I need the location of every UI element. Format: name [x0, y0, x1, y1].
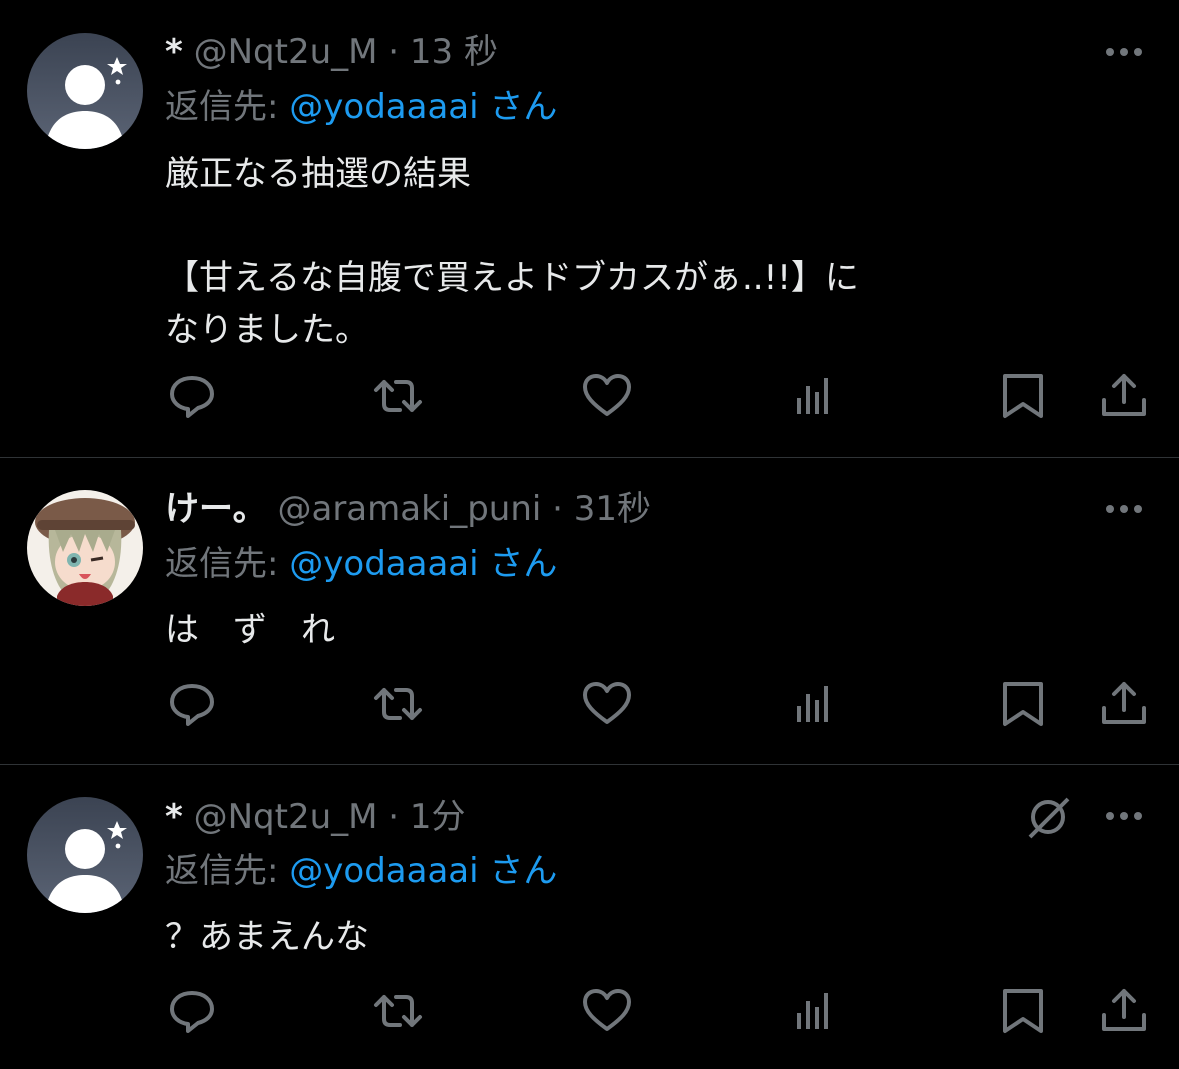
tweet[interactable]: * @Nqt2u_M · 13 秒 返信先: @yodaaaai さん 厳正なる…: [0, 0, 1179, 457]
user-handle[interactable]: @Nqt2u_M: [194, 32, 378, 72]
reply-mention[interactable]: @yodaaaai: [289, 87, 478, 127]
avatar[interactable]: [27, 33, 143, 149]
anime-character-avatar: [27, 490, 143, 606]
reply-mention[interactable]: @yodaaaai: [289, 851, 478, 891]
reply-prefix: 返信先:: [165, 851, 290, 891]
more-icon[interactable]: [1102, 806, 1146, 826]
display-name[interactable]: *: [165, 32, 183, 72]
views-icon[interactable]: [786, 368, 842, 424]
views-icon[interactable]: [786, 676, 842, 732]
reply-context: 返信先: @yodaaaai さん: [165, 85, 557, 129]
views-icon[interactable]: [786, 983, 842, 1039]
tweet[interactable]: けー。 @aramaki_puni · 31秒 返信先: @yodaaaai さ…: [0, 458, 1179, 764]
avatar[interactable]: [27, 490, 143, 606]
share-icon[interactable]: [1096, 983, 1152, 1039]
retweet-icon[interactable]: [370, 368, 426, 424]
tweet-text: ？あまえんな: [165, 917, 369, 957]
action-bar: [0, 983, 1179, 1039]
separator-dot: ·: [388, 797, 400, 837]
reply-prefix: 返信先:: [165, 544, 290, 584]
separator-dot: ·: [388, 32, 400, 72]
display-name[interactable]: *: [165, 797, 183, 837]
more-icon[interactable]: [1102, 499, 1146, 519]
action-bar: [0, 368, 1179, 424]
more-icon[interactable]: [1102, 42, 1146, 62]
timestamp[interactable]: 1分: [410, 797, 466, 837]
tweet[interactable]: * @Nqt2u_M · 1分 返信先: @yodaaaai さん ？あまえんな: [0, 765, 1179, 1069]
grok-icon[interactable]: [1024, 793, 1072, 841]
share-icon[interactable]: [1096, 368, 1152, 424]
display-name[interactable]: けー。: [165, 489, 267, 529]
reply-prefix: 返信先:: [165, 87, 290, 127]
retweet-icon[interactable]: [370, 676, 426, 732]
reply-mention[interactable]: @yodaaaai: [289, 544, 478, 584]
reply-icon[interactable]: [164, 983, 220, 1039]
separator-dot: ·: [552, 489, 563, 529]
user-handle[interactable]: @aramaki_puni: [277, 489, 541, 529]
like-icon[interactable]: [579, 368, 635, 424]
reply-suffix: さん: [478, 544, 558, 584]
like-icon[interactable]: [579, 983, 635, 1039]
bookmark-icon[interactable]: [995, 983, 1051, 1039]
default-avatar-icon: [27, 797, 143, 913]
reply-suffix: さん: [478, 851, 558, 891]
avatar[interactable]: [27, 797, 143, 913]
like-icon[interactable]: [579, 676, 635, 732]
share-icon[interactable]: [1096, 676, 1152, 732]
reply-suffix: さん: [478, 87, 558, 127]
reply-icon[interactable]: [164, 676, 220, 732]
tweet-header: けー。 @aramaki_puni · 31秒: [165, 487, 651, 531]
tweet-header: * @Nqt2u_M · 1分: [165, 795, 466, 839]
default-avatar-icon: [27, 33, 143, 149]
timestamp[interactable]: 13 秒: [410, 32, 498, 72]
user-handle[interactable]: @Nqt2u_M: [194, 797, 378, 837]
reply-context: 返信先: @yodaaaai さん: [165, 542, 557, 586]
timestamp[interactable]: 31秒: [574, 489, 651, 529]
bookmark-icon[interactable]: [995, 368, 1051, 424]
bookmark-icon[interactable]: [995, 676, 1051, 732]
tweet-feed: * @Nqt2u_M · 13 秒 返信先: @yodaaaai さん 厳正なる…: [0, 0, 1179, 1069]
reply-context: 返信先: @yodaaaai さん: [165, 849, 557, 893]
tweet-header: * @Nqt2u_M · 13 秒: [165, 30, 498, 74]
action-bar: [0, 676, 1179, 732]
retweet-icon[interactable]: [370, 983, 426, 1039]
tweet-text: は ず れ: [165, 610, 335, 650]
tweet-text: 厳正なる抽選の結果 【甘えるな自腹で買えよドブカスがぁ..!!】に なりました。: [165, 154, 859, 350]
reply-icon[interactable]: [164, 368, 220, 424]
